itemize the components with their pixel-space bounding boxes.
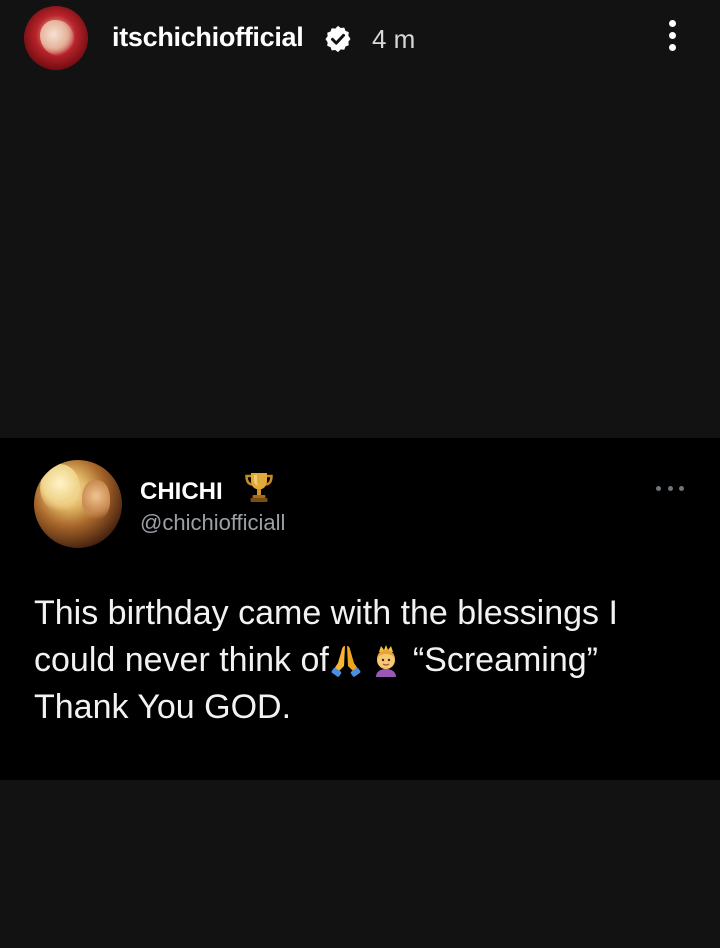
story-timestamp: 4 m bbox=[372, 24, 416, 54]
tweet-text: This birthday came with the blessings I … bbox=[34, 590, 694, 731]
tweet-text-line-2: could never think of “Screaming” bbox=[34, 637, 694, 684]
tweet-handle: @chichiofficiall bbox=[140, 510, 286, 535]
avatar-figure bbox=[40, 20, 74, 56]
tweet-text-segment: could never think of bbox=[34, 641, 329, 679]
tweet-text-line-1: This birthday came with the blessings I bbox=[34, 594, 618, 632]
tweet-avatar bbox=[34, 460, 122, 548]
tweet-display-name: CHICHI bbox=[140, 478, 223, 505]
story-header: itschichiofficial 4 m bbox=[0, 0, 720, 80]
princess-emoji-icon bbox=[375, 645, 396, 677]
more-vertical-icon[interactable] bbox=[660, 20, 684, 56]
story-viewer: itschichiofficial 4 m CHICHI @chichioffi… bbox=[0, 0, 720, 948]
avatar-hair bbox=[40, 464, 80, 512]
tweet-text-line-3: Thank You GOD. bbox=[34, 688, 292, 726]
trophy-icon bbox=[245, 473, 273, 502]
verified-badge-icon bbox=[325, 25, 351, 53]
tweet-text-segment: “Screaming” bbox=[412, 641, 599, 679]
profile-avatar[interactable] bbox=[24, 6, 88, 70]
tweet-screenshot: CHICHI @chichiofficiall This birthday ca… bbox=[0, 438, 720, 780]
more-horizontal-icon bbox=[656, 486, 684, 494]
folded-hands-emoji-icon bbox=[331, 646, 361, 677]
avatar-second-face bbox=[82, 480, 110, 520]
story-username[interactable]: itschichiofficial bbox=[112, 22, 304, 53]
